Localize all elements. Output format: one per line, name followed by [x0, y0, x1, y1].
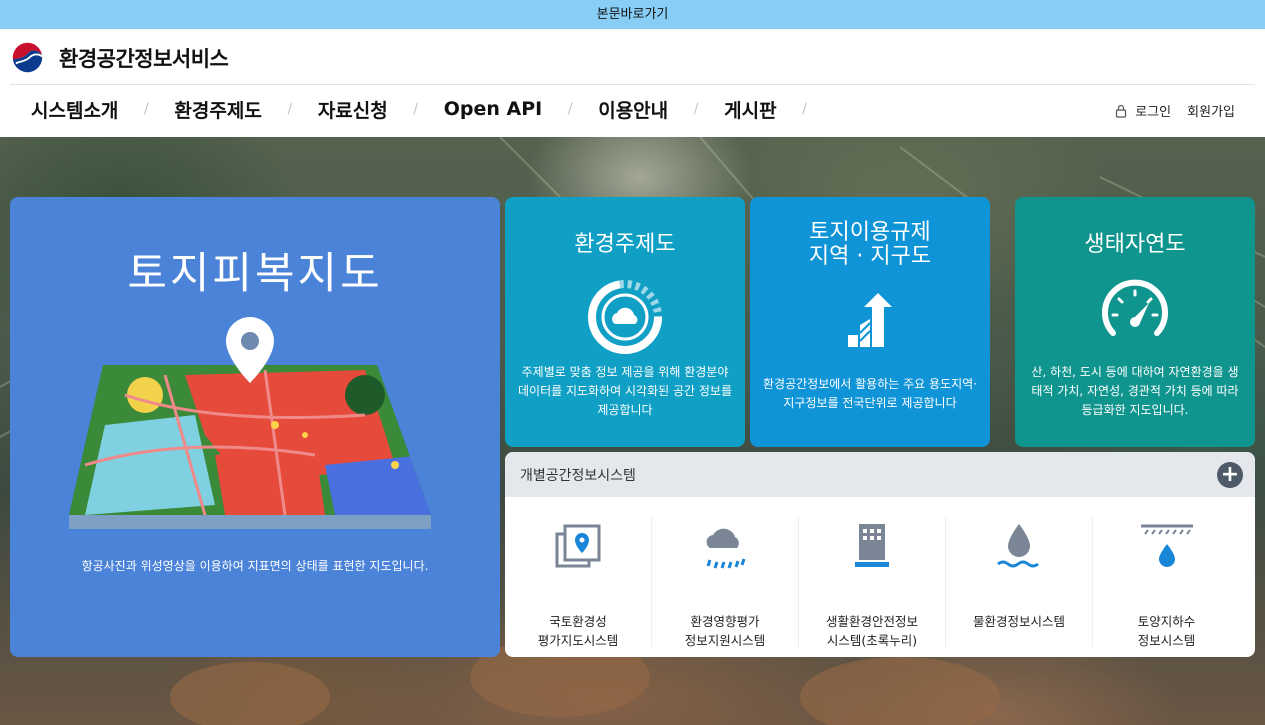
nav-separator: /	[287, 101, 293, 117]
nav-item-board[interactable]: 게시판	[724, 96, 776, 123]
panel-header: 개별공간정보시스템 +	[505, 452, 1255, 497]
land-cover-map-card[interactable]: 토지피복지도 항공사진과 위성영상을 이용하여 지표면의 상태를 표현한 지도입…	[10, 197, 500, 657]
system-label-line: 토양지하수	[1137, 614, 1196, 629]
bar-arrow-up-icon	[848, 293, 892, 347]
building-icon	[855, 524, 889, 567]
nav-item-data-request[interactable]: 자료신청	[318, 96, 388, 123]
login-link[interactable]: 로그인	[1135, 101, 1171, 120]
map-pin-layers-icon	[555, 524, 601, 568]
card-title-line: 토지이용규제	[809, 220, 931, 245]
user-utility-menu: 로그인 회원가입	[1115, 101, 1235, 120]
nav-separator: /	[567, 101, 573, 117]
nav-separator: /	[693, 101, 699, 117]
nav-item-open-api[interactable]: Open API	[444, 98, 542, 120]
systems-list: 국토환경성 평가지도시스템 환경영향평가 정보지원시스템 생활환경안전정보 시스…	[505, 497, 1255, 657]
header-divider	[10, 84, 1255, 85]
panel-title: 개별공간정보시스템	[520, 467, 636, 484]
land-cover-map-illustration	[69, 317, 431, 529]
individual-systems-panel: 개별공간정보시스템 + 국토환경성 평가지도시스템 환경영향평가 정보지원시스템…	[505, 452, 1255, 657]
skip-to-content-link[interactable]: 본문바로가기	[0, 0, 1265, 29]
system-item-soil-groundwater[interactable]: 토양지하수 정보시스템	[1093, 517, 1240, 648]
cloud-rain-icon	[706, 528, 746, 569]
land-use-regulation-card[interactable]: 토지이용규제 지역 · 지구도 환경공간정보에서 활용하는 주요 용도지역·지구…	[750, 197, 990, 447]
government-emblem-icon	[10, 40, 45, 75]
system-label-line: 생활환경안전정보	[825, 614, 918, 629]
card-title: 생태자연도	[1084, 232, 1186, 257]
system-label-line: 국토환경성	[549, 614, 607, 629]
card-title: 환경주제도	[574, 232, 676, 257]
system-item-eia-support[interactable]: 환경영향평가 정보지원시스템	[652, 517, 799, 648]
donut-cloud-icon	[588, 280, 662, 354]
main-nav: 시스템소개 / 환경주제도 / 자료신청 / Open API / 이용안내 /…	[31, 89, 833, 129]
site-header: 환경공간정보서비스 시스템소개 / 환경주제도 / 자료신청 / Open AP…	[0, 29, 1265, 137]
nav-separator: /	[144, 101, 149, 117]
system-label-line: 정보지원시스템	[684, 633, 766, 648]
nav-separator: /	[802, 101, 807, 117]
card-desc: 주제별로 맞춤 정보 제공을 위해 환경분야 데이터를 지도화하여 시각화된 공…	[518, 365, 732, 417]
lock-icon	[1116, 104, 1127, 118]
nav-separator: /	[413, 101, 419, 117]
more-button[interactable]: +	[1217, 461, 1243, 488]
site-logo[interactable]: 환경공간정보서비스	[10, 40, 229, 75]
nav-item-env-theme-map[interactable]: 환경주제도	[174, 96, 261, 123]
water-drop-icon	[997, 524, 1039, 568]
ecological-nature-map-card[interactable]: 생태자연도 산, 하천, 도시 등에 대하여 자연환경을 생태적 가치, 자연성…	[1015, 197, 1255, 447]
land-cover-map-desc: 항공사진과 위성영상을 이용하여 지표면의 상태를 표현한 지도입니다.	[81, 559, 429, 573]
env-theme-map-card[interactable]: 환경주제도 주제별로 맞춤 정보 제공을 위해 환경분야 데이터를 지도화하여 …	[505, 197, 745, 447]
land-cover-map-title: 토지피복지도	[127, 249, 383, 299]
system-label-line: 환경영향평가	[690, 614, 760, 629]
system-item-living-env-safety[interactable]: 생활환경안전정보 시스템(초록누리)	[799, 517, 946, 648]
nav-item-usage-guide[interactable]: 이용안내	[598, 96, 668, 123]
card-desc: 환경공간정보에서 활용하는 주요 용도지역·지구정보를 전국단위로 제공합니다	[763, 377, 977, 410]
groundwater-icon	[1140, 524, 1193, 567]
card-title-line: 지역 · 지구도	[808, 244, 932, 269]
gauge-icon	[1102, 279, 1168, 336]
system-label-line: 정보시스템	[1137, 633, 1196, 648]
system-label-line: 시스템(초록누리)	[826, 633, 918, 648]
join-link[interactable]: 회원가입	[1187, 101, 1235, 120]
system-item-land-env-assessment[interactable]: 국토환경성 평가지도시스템	[505, 517, 652, 648]
site-name: 환경공간정보서비스	[59, 46, 229, 71]
card-desc: 산, 하천, 도시 등에 대하여 자연환경을 생태적 가치, 자연성, 경관적 …	[1031, 365, 1239, 417]
system-label-line: 물환경정보시스템	[972, 614, 1065, 629]
nav-item-system-intro[interactable]: 시스템소개	[31, 96, 118, 123]
card-title: 토지이용규제 지역 · 지구도	[750, 221, 990, 269]
system-item-water-env[interactable]: 물환경정보시스템	[946, 517, 1093, 647]
system-label-line: 평가지도시스템	[537, 633, 619, 648]
